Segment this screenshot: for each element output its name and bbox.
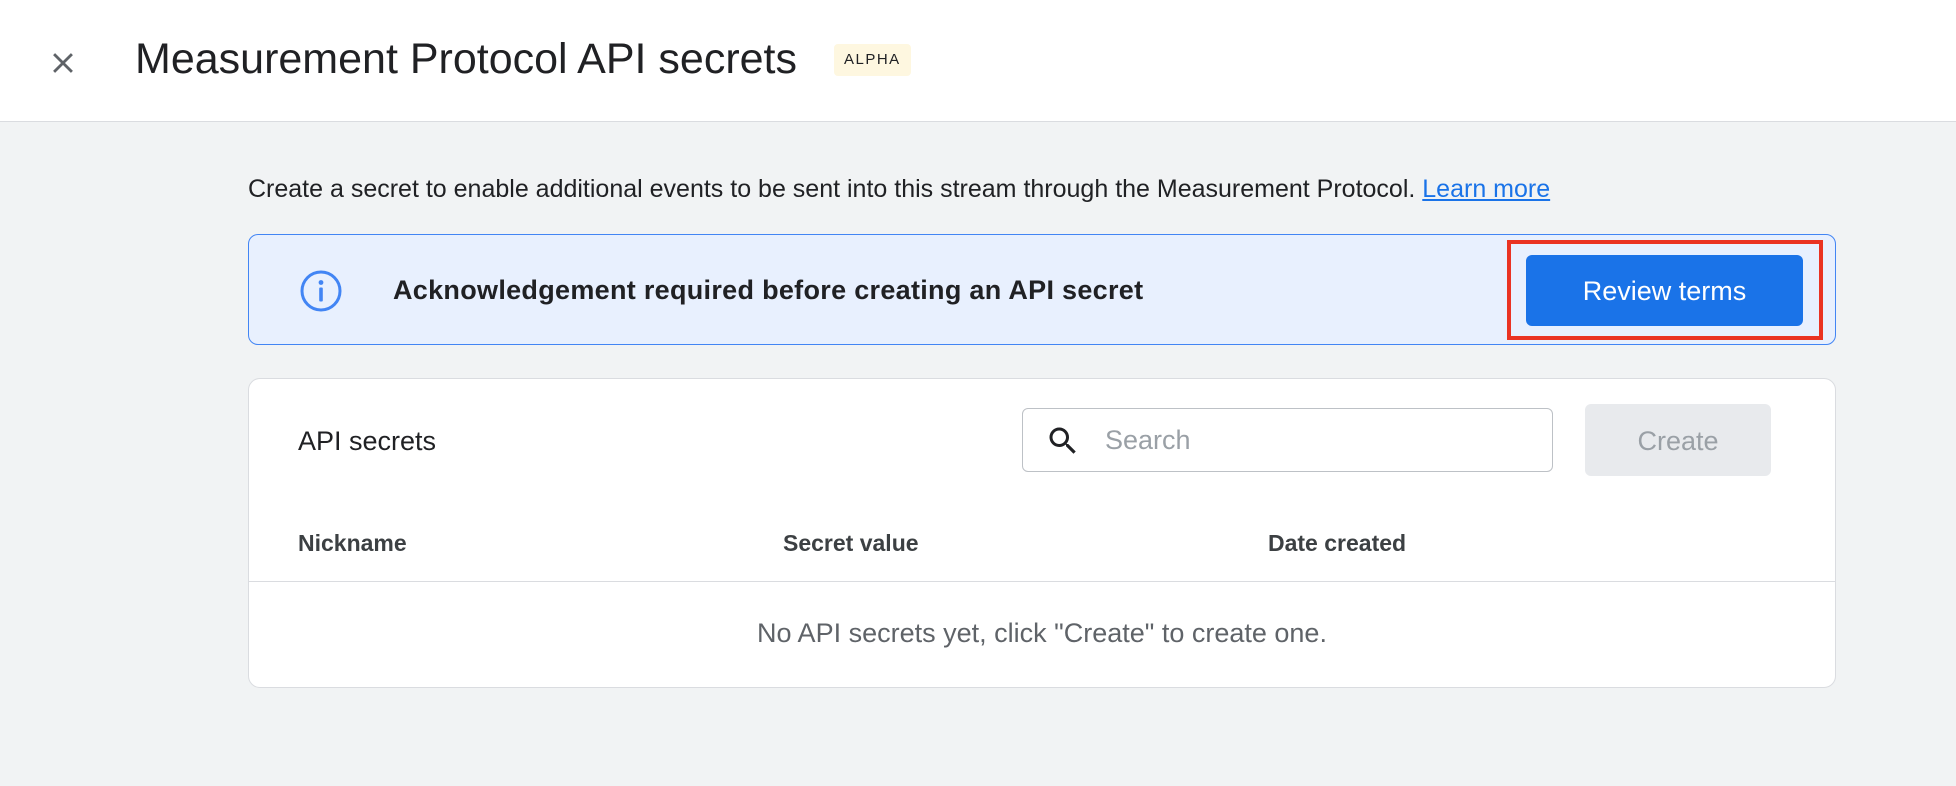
search-box[interactable] xyxy=(1022,408,1553,472)
column-header-date-created: Date created xyxy=(1268,530,1407,556)
column-header-nickname: Nickname xyxy=(298,530,407,556)
search-icon xyxy=(1049,427,1076,454)
card-title: API secrets xyxy=(298,426,437,456)
close-button[interactable] xyxy=(38,38,88,88)
page-title: Measurement Protocol API secrets xyxy=(135,35,798,83)
search-input[interactable] xyxy=(1105,417,1535,463)
intro-text: Create a secret to enable additional eve… xyxy=(248,172,1550,206)
intro-description: Create a secret to enable additional eve… xyxy=(248,175,1423,203)
table-divider xyxy=(249,581,1835,582)
close-icon xyxy=(53,53,73,73)
empty-state-message: No API secrets yet, click "Create" to cr… xyxy=(757,618,1327,648)
page-header: Measurement Protocol API secrets ALPHA xyxy=(0,0,1956,122)
banner-message: Acknowledgement required before creating… xyxy=(393,275,1144,305)
learn-more-link[interactable]: Learn more xyxy=(1422,175,1550,203)
create-button[interactable]: Create xyxy=(1585,404,1771,476)
review-terms-button[interactable]: Review terms xyxy=(1526,255,1803,326)
api-secrets-card: API secrets Create Nickname Secret value… xyxy=(248,378,1836,688)
info-icon xyxy=(300,270,342,312)
acknowledgement-banner: Acknowledgement required before creating… xyxy=(248,234,1836,345)
column-header-secret-value: Secret value xyxy=(783,530,919,556)
alpha-badge: ALPHA xyxy=(834,44,911,76)
